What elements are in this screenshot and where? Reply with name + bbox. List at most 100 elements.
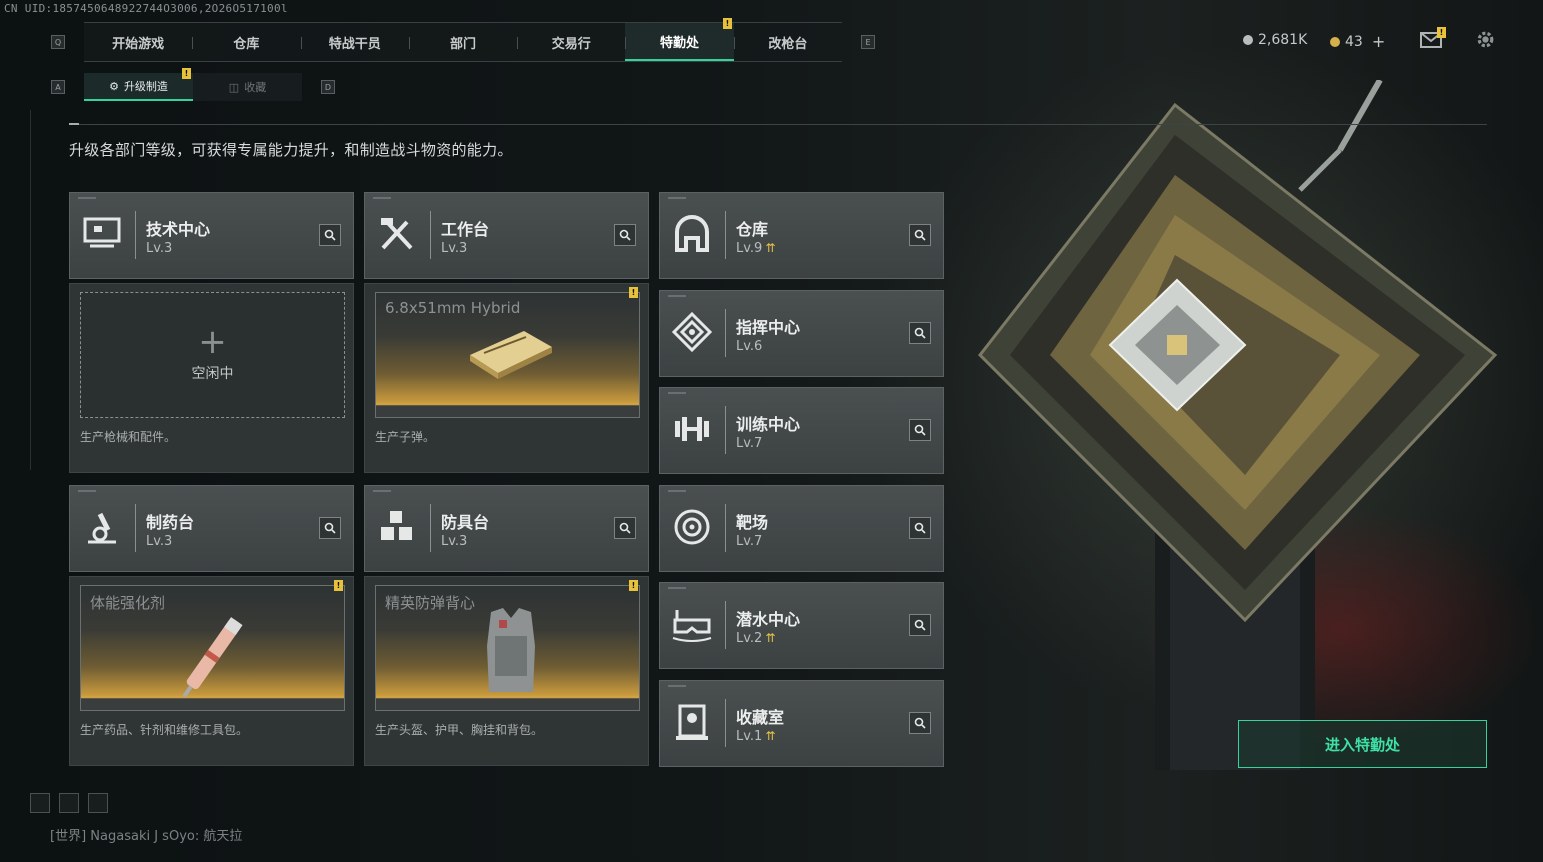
command-center-icon: [670, 310, 714, 354]
production-slot-workbench[interactable]: 6.8x51mm Hybrid ! 生产子弹。: [364, 283, 649, 473]
workbench-icon: [375, 212, 419, 256]
search-icon[interactable]: [614, 224, 636, 246]
diving-center-icon: [670, 602, 714, 646]
department-name: 工作台: [441, 220, 490, 239]
sub-nav: ⚙ 升级制造 ◫ 收藏: [84, 73, 302, 101]
department-level: Lv.2 ⇈: [736, 631, 775, 646]
department-level-value: Lv.1: [736, 729, 763, 744]
special-ops-cube-illustration: [978, 80, 1498, 770]
department-card-diving-center[interactable]: 潜水中心 Lv.2 ⇈: [659, 582, 944, 669]
department-card-training-center[interactable]: 训练中心 Lv.7: [659, 387, 944, 474]
card-separator: [725, 309, 726, 357]
upgrade-available-icon: ⇈: [765, 241, 776, 255]
department-name: 训练中心: [736, 415, 801, 434]
department-card-tech-center[interactable]: 技术中心 Lv.3: [69, 192, 354, 279]
frame-line: [30, 110, 31, 470]
card-corner-mark: [668, 392, 686, 394]
production-caption: 生产子弹。: [375, 430, 436, 444]
card-corner-mark: [373, 197, 391, 199]
production-slot-tech-center[interactable]: + 空闲中 生产枪械和配件。: [69, 283, 354, 473]
production-caption: 生产药品、针剂和维修工具包。: [80, 723, 249, 737]
department-level: Lv.3: [146, 241, 173, 256]
card-separator: [725, 699, 726, 747]
production-item-name: 精英防弹背心: [385, 594, 476, 612]
card-corner-mark: [373, 490, 391, 492]
tab-upgrade-craft[interactable]: ⚙ 升级制造: [84, 73, 193, 101]
search-icon[interactable]: [319, 517, 341, 539]
department-card-pharmacy[interactable]: 制药台 Lv.3: [69, 485, 354, 572]
tab-operators[interactable]: 特战干员: [300, 23, 409, 61]
production-item-slot[interactable]: 体能强化剂: [80, 585, 345, 711]
nav-prev-key-hint[interactable]: Q: [51, 35, 65, 49]
quick-slot[interactable]: [88, 793, 108, 813]
tab-gunsmith[interactable]: 改枪台: [733, 23, 842, 61]
tab-trading[interactable]: 交易行: [517, 23, 625, 61]
department-level: Lv.3: [441, 534, 468, 549]
quick-slot[interactable]: [30, 793, 50, 813]
search-icon[interactable]: [909, 614, 931, 636]
production-slot-pharmacy[interactable]: 体能强化剂 ! 生产药品、针剂和维修工具包。: [69, 576, 354, 766]
subnav-next-key-hint[interactable]: D: [321, 80, 335, 94]
enter-special-ops-button[interactable]: 进入特勤处: [1238, 720, 1487, 768]
search-icon[interactable]: [909, 712, 931, 734]
pharmacy-icon: [80, 505, 124, 549]
tab-collection[interactable]: ◫ 收藏: [193, 73, 302, 101]
production-item-name: 体能强化剂: [90, 594, 166, 612]
card-corner-mark: [668, 685, 686, 687]
card-corner-mark: [78, 197, 96, 199]
production-alert-badge: !: [629, 287, 638, 298]
search-icon[interactable]: [909, 517, 931, 539]
department-name: 仓库: [736, 220, 769, 239]
tab-special-ops[interactable]: 特勤处: [625, 23, 734, 61]
production-caption: 生产枪械和配件。: [80, 430, 177, 444]
tab-warehouse[interactable]: 仓库: [192, 23, 300, 61]
card-corner-mark: [78, 490, 96, 492]
gold-currency[interactable]: 43 +: [1330, 32, 1385, 51]
settings-gear-icon[interactable]: [1475, 29, 1496, 50]
chat-message: Nagasaki J sOyo: 航天拉: [90, 829, 243, 844]
production-item-slot[interactable]: 6.8x51mm Hybrid: [375, 292, 640, 418]
department-card-armor-bench[interactable]: 防具台 Lv.3: [364, 485, 649, 572]
department-card-command-center[interactable]: 指挥中心 Lv.6: [659, 290, 944, 377]
tech-center-icon: [80, 212, 124, 256]
production-caption: 生产头盔、护甲、胸挂和背包。: [375, 723, 544, 737]
department-card-workbench[interactable]: 工作台 Lv.3: [364, 192, 649, 279]
collection-icon: ◫: [228, 80, 240, 94]
tab-start-game[interactable]: 开始游戏: [84, 23, 192, 61]
silver-currency[interactable]: 2,681K: [1243, 32, 1307, 48]
upgrade-alert-badge: !: [182, 68, 191, 79]
department-level: Lv.1 ⇈: [736, 729, 775, 744]
warehouse-icon: [670, 212, 714, 256]
card-corner-mark: [668, 197, 686, 199]
search-icon[interactable]: [614, 517, 636, 539]
department-level: Lv.6: [736, 339, 763, 354]
tab-upgrade-craft-label: 升级制造: [123, 80, 168, 93]
search-icon[interactable]: [909, 419, 931, 441]
empty-production-slot[interactable]: + 空闲中: [80, 292, 345, 418]
production-alert-badge: !: [334, 580, 343, 591]
department-card-warehouse[interactable]: 仓库 Lv.9 ⇈: [659, 192, 944, 279]
upgrade-craft-icon: ⚙: [109, 79, 119, 93]
add-production-icon: +: [198, 322, 227, 362]
production-slot-armor-bench[interactable]: 精英防弹背心 ! 生产头盔、护甲、胸挂和背包。: [364, 576, 649, 766]
department-name: 技术中心: [146, 220, 211, 239]
quick-slot[interactable]: [59, 793, 79, 813]
department-card-shooting-range[interactable]: 靶场 Lv.7: [659, 485, 944, 572]
nav-next-key-hint[interactable]: E: [861, 35, 875, 49]
search-icon[interactable]: [909, 224, 931, 246]
stim-injector-icon: [182, 617, 243, 698]
tab-departments[interactable]: 部门: [408, 23, 517, 61]
card-corner-mark: [668, 587, 686, 589]
chat-line[interactable]: [世界] Nagasaki J sOyo: 航天拉: [50, 825, 242, 844]
production-item-slot[interactable]: 精英防弹背心: [375, 585, 640, 711]
add-gold-button[interactable]: +: [1372, 32, 1385, 51]
page-description: 升级各部门等级，可获得专属能力提升，和制造战斗物资的能力。: [69, 141, 513, 159]
subnav-prev-key-hint[interactable]: A: [51, 80, 65, 94]
card-separator: [725, 211, 726, 259]
department-name: 靶场: [736, 513, 769, 532]
department-card-collection-room[interactable]: 收藏室 Lv.1 ⇈: [659, 680, 944, 767]
search-icon[interactable]: [319, 224, 341, 246]
department-level: Lv.7: [736, 534, 763, 549]
department-level: Lv.3: [146, 534, 173, 549]
search-icon[interactable]: [909, 322, 931, 344]
